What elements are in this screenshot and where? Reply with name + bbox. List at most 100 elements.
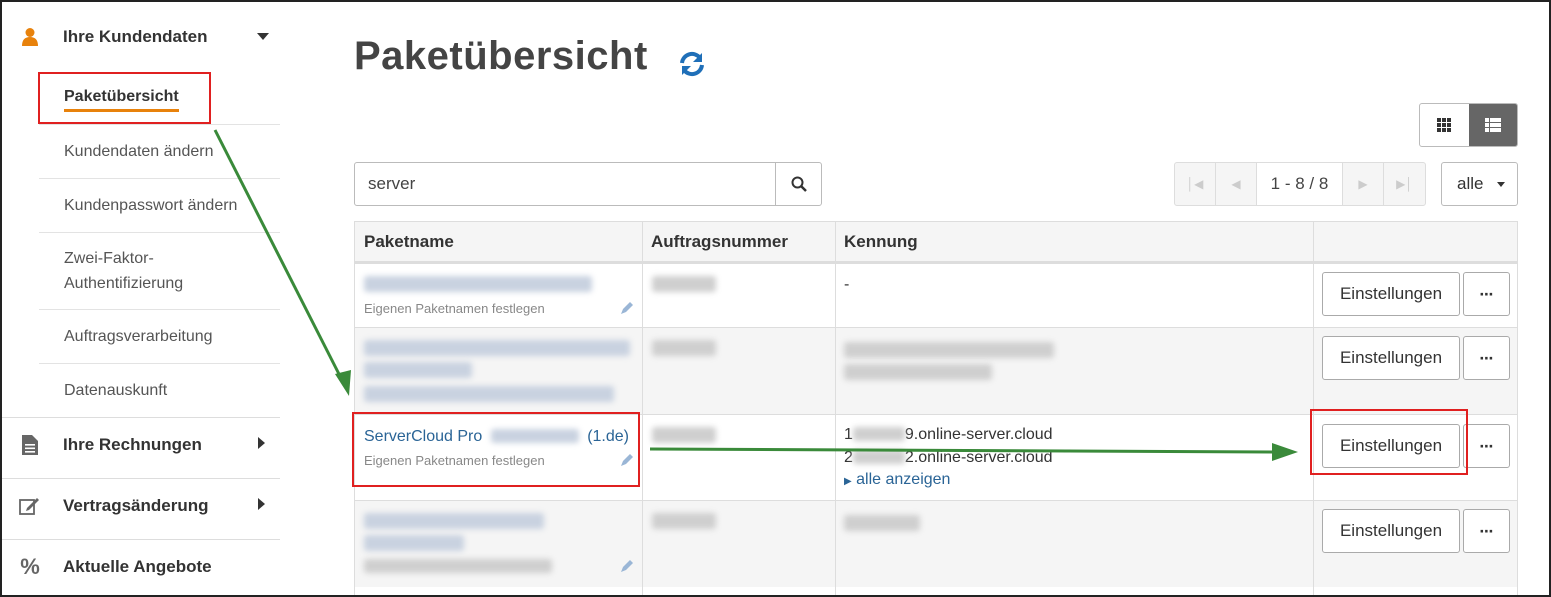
kennung-part: 2.online-server.cloud — [904, 449, 1053, 466]
redacted-order-number — [652, 276, 716, 292]
column-header-actions — [1313, 222, 1517, 263]
next-page-icon: ▶ — [1358, 177, 1368, 191]
redacted-kennung — [852, 450, 905, 464]
more-button[interactable]: ⋯ — [1463, 424, 1510, 468]
kennung-part: 9.online-server.cloud — [904, 426, 1053, 443]
column-divider — [642, 222, 643, 595]
redacted-order-number — [652, 427, 716, 443]
ellipsis-icon: ⋯ — [1479, 349, 1494, 366]
column-header-kennung: Kennung — [835, 222, 1313, 263]
page-title: Paketübersicht — [354, 34, 648, 78]
redacted-name — [364, 340, 630, 356]
caret-right-icon — [258, 497, 266, 515]
grid-view-button[interactable] — [1420, 104, 1469, 146]
search-button[interactable] — [775, 162, 822, 206]
column-header-auftragsnummer: Auftragsnummer — [642, 222, 835, 263]
annotation-box-settings — [1310, 409, 1468, 475]
column-divider — [835, 222, 836, 595]
sidebar-item-label: Datenauskunft — [64, 382, 168, 399]
search-icon — [791, 176, 807, 192]
next-page-button[interactable]: ▶ — [1343, 163, 1384, 205]
caret-down-icon — [257, 28, 269, 46]
sidebar-divider — [2, 478, 280, 479]
table-row: Eigenen Paketnamen festlegen - Einstellu… — [355, 263, 1517, 327]
percent-icon: % — [20, 554, 40, 579]
pencil-icon[interactable] — [620, 301, 634, 320]
redacted-name — [364, 513, 544, 529]
pencil-icon[interactable] — [620, 559, 634, 578]
redacted-name — [364, 362, 472, 378]
sidebar-divider — [2, 417, 280, 418]
per-page-select[interactable]: alle — [1441, 162, 1518, 206]
sidebar-section-invoices[interactable]: Ihre Rechnungen — [2, 432, 280, 458]
ellipsis-icon: ⋯ — [1479, 285, 1494, 302]
table-row: Einstellungen ⋯ — [355, 327, 1517, 414]
screenshot-frame: Ihre Kundendaten Paketübersicht Kundenda… — [0, 0, 1551, 597]
caret-down-icon — [1497, 182, 1505, 187]
caret-right-icon — [258, 436, 266, 454]
ellipsis-icon: ⋯ — [1479, 522, 1494, 539]
user-icon — [19, 26, 41, 48]
more-button[interactable]: ⋯ — [1463, 272, 1510, 316]
kennung-part: 1 — [844, 426, 853, 443]
show-all-label: alle anzeigen — [856, 471, 951, 488]
pagination: │◀ ◀ 1 - 8 / 8 ▶ ▶│ — [1174, 162, 1426, 206]
ellipsis-icon: ⋯ — [1479, 437, 1494, 454]
sidebar-section-customer[interactable]: Ihre Kundendaten — [2, 24, 280, 50]
settings-button[interactable]: Einstellungen — [1322, 336, 1460, 380]
sidebar-section-label: Ihre Rechnungen — [63, 435, 202, 454]
column-header-paketname: Paketname — [355, 222, 642, 263]
redacted-name — [364, 535, 464, 551]
more-button[interactable]: ⋯ — [1463, 336, 1510, 380]
sidebar-item-zwei-faktor[interactable]: Zwei-Faktor- Authentifizierung — [39, 232, 280, 309]
settings-button[interactable]: Einstellungen — [1322, 272, 1460, 316]
sidebar-section-offers[interactable]: % Aktuelle Angebote — [2, 554, 280, 580]
redacted-order-number — [652, 340, 716, 356]
sidebar-section-contract[interactable]: Vertragsänderung — [2, 493, 280, 519]
redacted-name — [364, 559, 552, 573]
more-button[interactable]: ⋯ — [1463, 509, 1510, 553]
sidebar-item-label: Kundenpasswort ändern — [64, 197, 238, 214]
caret-right-icon: ▶ — [844, 476, 852, 487]
sidebar-item-kundendaten-aendern[interactable]: Kundendaten ändern — [39, 124, 280, 178]
show-all-link[interactable]: ▶ alle anzeigen — [844, 471, 950, 489]
sidebar-section-label: Vertragsänderung — [63, 496, 209, 515]
redacted-name — [364, 276, 592, 292]
last-page-button[interactable]: ▶│ — [1384, 163, 1425, 205]
redacted-kennung — [852, 427, 905, 441]
sidebar-item-label: Auftragsverarbeitung — [64, 328, 213, 345]
sidebar-divider — [2, 539, 280, 540]
kennung-value: - — [844, 276, 850, 293]
per-page-value: alle — [1457, 174, 1484, 193]
sidebar-item-auftragsverarbeitung[interactable]: Auftragsverarbeitung — [39, 309, 280, 363]
redacted-kennung — [844, 342, 1054, 358]
grid-icon — [1437, 118, 1452, 132]
table-row: Einstellungen ⋯ — [355, 500, 1517, 587]
annotation-box-sidebar — [38, 72, 211, 124]
sidebar-item-label: Zwei-Faktor- Authentifizierung — [64, 250, 184, 292]
page-range: 1 - 8 / 8 — [1257, 163, 1343, 205]
settings-button[interactable]: Einstellungen — [1322, 509, 1460, 553]
kennung-part: 2 — [844, 449, 853, 466]
prev-page-button[interactable]: ◀ — [1216, 163, 1257, 205]
refresh-icon[interactable] — [678, 50, 706, 78]
prev-page-icon: ◀ — [1231, 177, 1241, 191]
search-input[interactable] — [354, 162, 776, 206]
document-icon — [19, 434, 41, 456]
kennung-line-1: 1 9.online-server.cloud — [844, 425, 1053, 444]
view-toggle — [1419, 103, 1518, 147]
set-package-name-link[interactable]: Eigenen Paketnamen festlegen — [364, 301, 545, 316]
list-icon — [1484, 118, 1501, 132]
first-page-button[interactable]: │◀ — [1175, 163, 1216, 205]
list-view-button[interactable] — [1468, 104, 1517, 146]
sidebar-section-label: Aktuelle Angebote — [63, 557, 212, 576]
sidebar-item-label: Kundendaten ändern — [64, 143, 214, 160]
last-page-icon: ▶│ — [1396, 177, 1413, 191]
sidebar-item-kundenpasswort-aendern[interactable]: Kundenpasswort ändern — [39, 178, 280, 232]
sidebar-item-datenauskunft[interactable]: Datenauskunft — [39, 363, 280, 417]
redacted-kennung — [844, 364, 992, 380]
sidebar-section-label: Ihre Kundendaten — [63, 27, 208, 46]
redacted-kennung — [844, 515, 920, 531]
edit-icon — [19, 495, 41, 517]
first-page-icon: │◀ — [1186, 177, 1204, 191]
